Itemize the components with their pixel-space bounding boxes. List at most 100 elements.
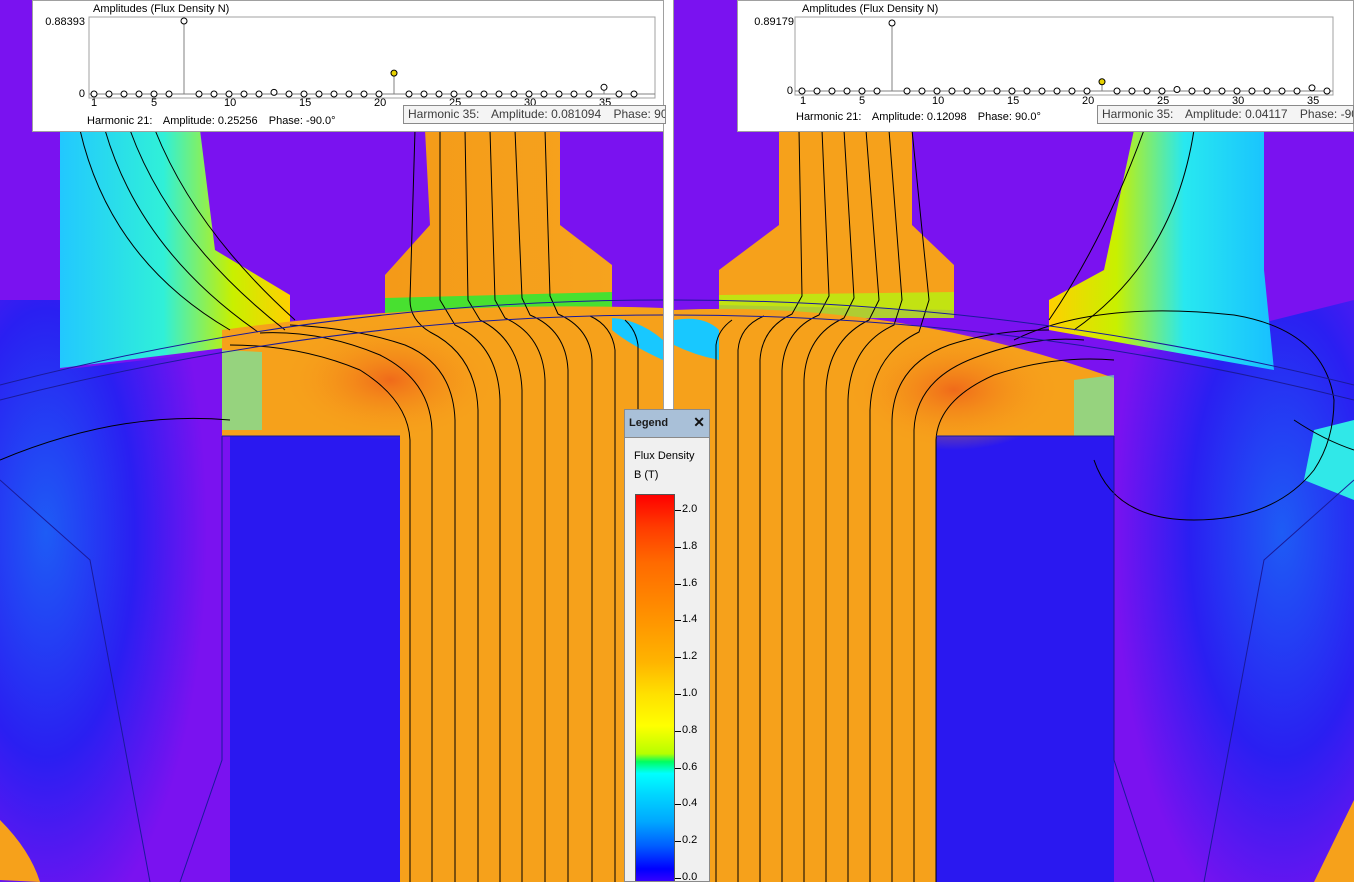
harmonic-marker[interactable] — [903, 87, 911, 95]
legend-unit: B (T) — [634, 469, 659, 481]
harmonic-marker[interactable] — [858, 87, 866, 95]
close-icon[interactable]: ✕ — [693, 414, 705, 431]
legend-tick-mark — [675, 657, 681, 659]
harmonic-marker[interactable] — [405, 90, 413, 98]
harmonic-marker[interactable] — [1293, 87, 1301, 95]
harmonic-marker[interactable] — [210, 90, 218, 98]
harmonic-marker[interactable] — [828, 87, 836, 95]
harmonic-marker[interactable] — [1008, 87, 1016, 95]
harmonic-marker[interactable] — [240, 90, 248, 98]
harmonic-marker[interactable] — [435, 90, 443, 98]
harmonic-marker[interactable] — [180, 17, 188, 25]
harmonic-marker[interactable] — [1038, 87, 1046, 95]
harmonic-marker[interactable] — [1113, 87, 1121, 95]
harmonic-marker[interactable] — [1173, 85, 1181, 93]
harmonic-tooltip-right: Harmonic 35: Amplitude: 0.04117 Phase: -… — [1097, 105, 1354, 124]
harmonic-marker[interactable] — [345, 90, 353, 98]
legend-tick-label: 1.8 — [682, 539, 698, 552]
harmonic-marker[interactable] — [315, 90, 323, 98]
legend-tick-mark — [675, 767, 681, 769]
corner-region-left — [222, 350, 262, 430]
harmonic-marker[interactable] — [600, 83, 608, 91]
harmonic-marker[interactable] — [555, 90, 563, 98]
harmonic-marker[interactable] — [270, 88, 278, 96]
x-tick: 1 — [91, 97, 98, 109]
status-phase: Phase: -90.0° — [268, 115, 336, 127]
legend-title: Legend — [629, 417, 669, 429]
harmonic-marker[interactable] — [360, 90, 368, 98]
harmonic-marker[interactable] — [465, 90, 473, 98]
status-amplitude: Amplitude: 0.12098 — [871, 111, 967, 123]
harmonic-marker[interactable] — [888, 19, 896, 27]
harmonic-marker[interactable] — [1128, 87, 1136, 95]
harmonic-marker[interactable] — [495, 90, 503, 98]
tooltip-harmonic: Harmonic 35: — [408, 107, 480, 121]
harmonic-marker[interactable] — [540, 90, 548, 98]
harmonic-marker[interactable] — [993, 87, 1001, 95]
saturation-zone-right — [844, 330, 1064, 450]
harmonic-marker[interactable] — [1023, 87, 1031, 95]
harmonic-marker[interactable] — [1143, 87, 1151, 95]
harmonic-marker[interactable] — [1158, 87, 1166, 95]
harmonic-marker[interactable] — [570, 90, 578, 98]
legend-tick-mark — [675, 620, 681, 622]
harmonic-status-right: Harmonic 21: Amplitude: 0.12098 Phase: 9… — [796, 111, 1049, 123]
harmonic-marker[interactable] — [1248, 87, 1256, 95]
harmonic-marker[interactable] — [330, 90, 338, 98]
harmonic-marker[interactable] — [1053, 87, 1061, 95]
harmonic-marker[interactable] — [105, 90, 113, 98]
harmonic-marker[interactable] — [165, 90, 173, 98]
harmonic-marker[interactable] — [585, 90, 593, 98]
harmonic-marker[interactable] — [1203, 87, 1211, 95]
x-tick: 15 — [299, 97, 312, 109]
legend-tick-label: 2.0 — [682, 503, 698, 515]
harmonic-marker[interactable] — [933, 87, 941, 95]
harmonic-marker[interactable] — [1278, 87, 1286, 95]
harmonic-tooltip-left: Harmonic 35: Amplitude: 0.081094 Phase: … — [403, 105, 666, 124]
legend-tick-mark — [675, 878, 681, 879]
harmonic-status-left: Harmonic 21: Amplitude: 0.25256 Phase: -… — [87, 115, 344, 127]
harmonic-marker[interactable] — [1308, 84, 1316, 92]
plot-frame — [794, 16, 1334, 96]
harmonic-marker[interactable] — [978, 87, 986, 95]
harmonic-marker[interactable] — [480, 90, 488, 98]
harmonic-marker[interactable] — [285, 90, 293, 98]
harmonic-marker[interactable] — [1323, 87, 1331, 95]
legend-header[interactable]: Legend ✕ — [625, 410, 709, 438]
harmonic-marker[interactable] — [420, 90, 428, 98]
harmonic-marker[interactable] — [948, 87, 956, 95]
legend-tick-label: 0.8 — [682, 723, 698, 736]
status-amplitude: Amplitude: 0.25256 — [162, 115, 258, 127]
harmonic-marker[interactable] — [873, 87, 881, 95]
x-tick: 10 — [932, 95, 945, 107]
x-tick: 10 — [224, 97, 237, 109]
legend-tick-mark — [675, 510, 681, 511]
harmonic-marker[interactable] — [120, 90, 128, 98]
harmonic-marker[interactable] — [630, 90, 638, 98]
harmonic-marker[interactable] — [843, 87, 851, 95]
legend-panel[interactable]: Legend ✕ Flux Density B (T) 2.0 1.8 1.6 1.4… — [624, 409, 710, 882]
harmonic-marker[interactable] — [195, 90, 203, 98]
harmonic-marker[interactable] — [1083, 87, 1091, 95]
harmonic-marker[interactable] — [813, 87, 821, 95]
harmonic-marker[interactable] — [1233, 87, 1241, 95]
legend-tick-label: 1.6 — [682, 576, 698, 589]
legend-tick-label: 1.0 — [682, 687, 698, 699]
harmonic-marker[interactable] — [1218, 87, 1226, 95]
harmonic-marker[interactable] — [1263, 87, 1271, 95]
harmonic-marker[interactable] — [135, 90, 143, 98]
harmonic-marker[interactable] — [615, 90, 623, 98]
tooltip-amplitude: Amplitude: 0.081094 — [491, 107, 602, 121]
harmonic-marker[interactable] — [390, 69, 398, 77]
rotor-region-right — [1114, 300, 1354, 882]
harmonic-marker[interactable] — [510, 90, 518, 98]
harmonic-marker[interactable] — [1188, 87, 1196, 95]
harmonic-marker[interactable] — [918, 87, 926, 95]
harmonic-marker[interactable] — [798, 87, 806, 95]
harmonic-marker[interactable] — [1098, 78, 1106, 86]
tooltip-amplitude: Amplitude: 0.04117 — [1185, 107, 1288, 121]
harmonic-marker[interactable] — [1068, 87, 1076, 95]
harmonic-marker[interactable] — [255, 90, 263, 98]
harmonic-marker[interactable] — [963, 87, 971, 95]
legend-tick-label: 0.6 — [682, 760, 698, 773]
